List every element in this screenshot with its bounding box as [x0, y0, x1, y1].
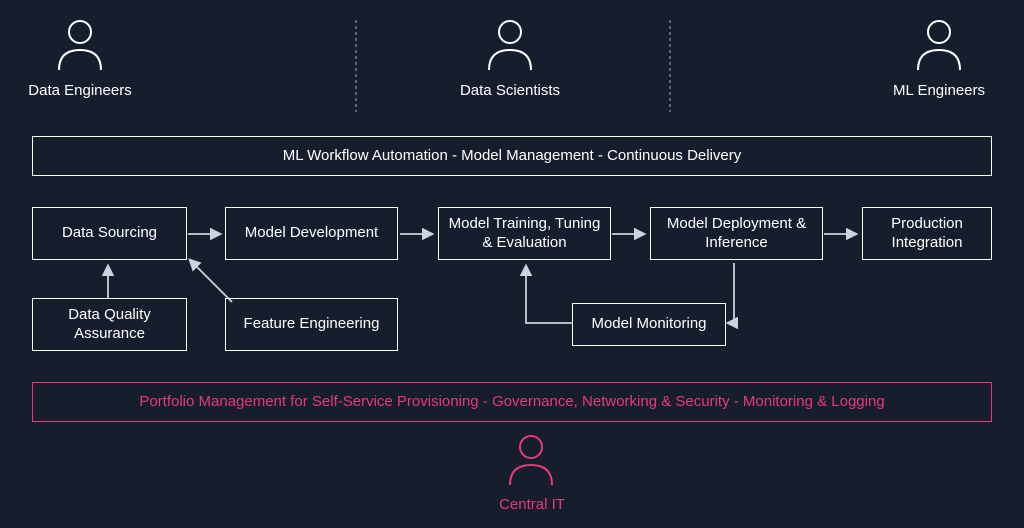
node-model-train: Model Training, Tuning & Evaluation — [438, 207, 611, 260]
node-model-dev: Model Development — [225, 207, 398, 260]
node-model-deploy: Model Deployment & Inference — [650, 207, 823, 260]
node-data-quality: Data Quality Assurance — [32, 298, 187, 351]
node-data-sourcing: Data Sourcing — [32, 207, 187, 260]
bar-ml-workflow: ML Workflow Automation - Model Managemen… — [32, 136, 992, 176]
role-data-scientists: Data Scientists — [450, 82, 570, 99]
node-feature-eng: Feature Engineering — [225, 298, 398, 351]
diagram-connectors — [0, 0, 1024, 528]
node-prod-integration: Production Integration — [862, 207, 992, 260]
role-central-it: Central IT — [472, 496, 592, 513]
bar-central-it: Portfolio Management for Self-Service Pr… — [32, 382, 992, 422]
role-data-engineers: Data Engineers — [20, 82, 140, 99]
role-ml-engineers: ML Engineers — [879, 82, 999, 99]
node-model-monitor: Model Monitoring — [572, 303, 726, 346]
